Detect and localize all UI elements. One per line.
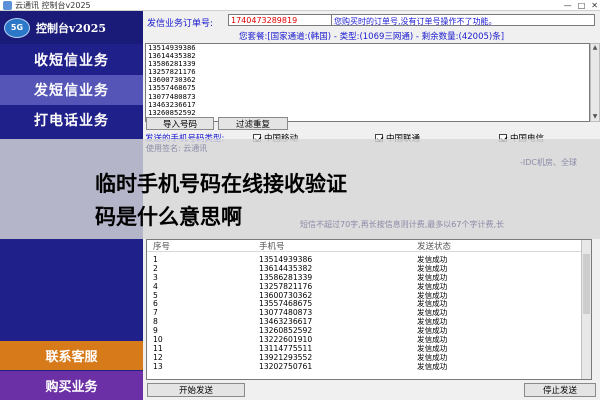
table-row: 6 13557468675 发信成功	[147, 300, 591, 309]
send-results-table: 序号 手机号 发送状态 1 13514939386 发信成功 2 13614435382…	[146, 239, 592, 380]
import-numbers-button[interactable]: 导入号码	[146, 117, 214, 130]
number-line: 13514939386	[148, 43, 196, 52]
package-info: 您套餐:[国家通道:(韩国) - 类型:(1069三网通) - 剩余数量:(42…	[238, 32, 505, 42]
number-line: 13260852592	[148, 107, 196, 117]
row-seq: 13	[153, 361, 163, 371]
window-controls: — □ ✕	[564, 0, 598, 11]
banner-overlay: 使用签名: 云通讯 短信不超过70字,再长按信息则计费,最多以67个字计费,长 …	[0, 139, 600, 239]
row-phone: 13202750761	[259, 361, 313, 371]
order-label: 发信业务订单号:	[147, 19, 214, 29]
minimize-icon[interactable]: —	[564, 0, 572, 11]
filter-duplicates-button[interactable]: 过滤重复	[218, 117, 288, 130]
number-line: 13257821176	[148, 67, 196, 77]
number-line: 13600730362	[148, 75, 196, 85]
table-row: 7 13077480873 发信成功	[147, 308, 591, 318]
start-send-button[interactable]: 开始发送	[147, 383, 245, 397]
number-line: 13463236617	[148, 99, 196, 109]
brand-text: 控制台v2025	[36, 21, 107, 35]
buy-service-button[interactable]: 购买业务	[0, 371, 143, 400]
signature-text-faded: 使用签名: 云通讯	[146, 144, 208, 153]
maximize-icon[interactable]: □	[578, 0, 586, 11]
contact-support-button[interactable]: 联系客服	[0, 341, 143, 370]
table-row: 4 13257821176 发信成功	[147, 282, 591, 292]
header-phone: 手机号	[259, 242, 285, 252]
window-title: 云通讯 控制台v2025	[15, 0, 91, 10]
phone-number-list[interactable]: 13514939386 13614435382 13586281339 1325782…	[145, 43, 590, 122]
scroll-up-icon[interactable]: ▲	[591, 44, 599, 52]
brand-badge: 5G	[4, 17, 30, 38]
header-seq: 序号	[153, 242, 171, 252]
results-scroll-thumb[interactable]	[583, 254, 590, 314]
number-line: 13614435382	[148, 51, 196, 61]
results-scrollbar[interactable]	[581, 240, 591, 379]
results-header: 序号 手机号 发送状态	[147, 240, 591, 252]
nav-send-sms[interactable]: 发短信业务	[0, 75, 143, 105]
table-row: 2 13614435382 发信成功	[147, 264, 591, 274]
order-hint: 您购买时的订单号,没有订单号操作不了功能。	[331, 14, 595, 26]
number-line: 13077480873	[148, 91, 196, 101]
close-icon[interactable]: ✕	[591, 0, 598, 11]
idc-text-faded: -IDC机房、全球	[520, 158, 577, 167]
stop-send-button[interactable]: 停止发送	[524, 383, 596, 397]
header-status: 发送状态	[417, 242, 452, 252]
window-titlebar: 云通讯 控制台v2025 — □ ✕	[0, 0, 600, 11]
table-row: 5 13600730362 发信成功	[147, 291, 591, 301]
table-row: 13 13202750761 发信成功	[147, 361, 591, 372]
row-status: 发信成功	[417, 361, 448, 371]
number-line: 13586281339	[148, 59, 196, 69]
order-input[interactable]: 1740473289819	[228, 14, 344, 26]
results-rows: 1 13514939386 发信成功 2 13614435382 发信成功 3 1358628…	[147, 255, 591, 372]
brand: 5G 控制台v2025	[0, 11, 143, 44]
app-icon	[3, 0, 12, 10]
number-line: 13557468675	[148, 83, 196, 93]
table-row: 10 13222601910 发信成功	[147, 335, 591, 345]
nav-phone-call[interactable]: 打电话业务	[0, 105, 143, 135]
scroll-down-icon[interactable]: ▼	[591, 113, 599, 121]
headline-line-1: 临时手机号码在线接收验证	[95, 172, 347, 196]
table-row: 9 13260852592 发信成功	[147, 326, 591, 336]
headline-line-2: 码是什么意思啊	[95, 205, 242, 229]
table-row: 8 13463236617 发信成功	[147, 317, 591, 327]
nav-receive-sms[interactable]: 收短信业务	[0, 45, 143, 75]
table-row: 12 13921293552 发信成功	[147, 353, 591, 363]
table-row: 1 13514939386 发信成功	[147, 255, 591, 265]
table-row: 3 13586281339 发信成功	[147, 273, 591, 283]
number-list-scrollbar[interactable]: ▲ ▼	[590, 43, 600, 122]
table-row: 11 13114775511 发信成功	[147, 344, 591, 354]
headline: 临时手机号码在线接收验证 码是什么意思啊	[95, 169, 347, 235]
number-line: 13222601910	[148, 116, 589, 121]
